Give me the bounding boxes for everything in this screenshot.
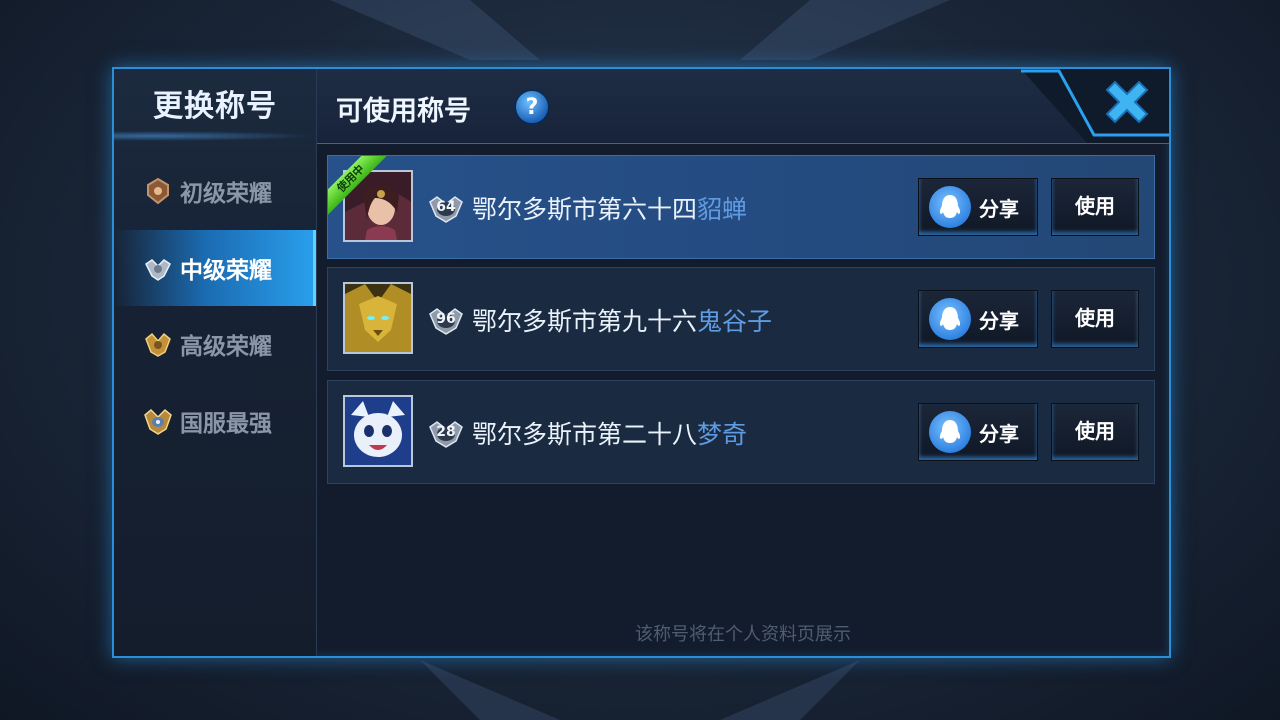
- silver-rank-icon: [145, 259, 171, 281]
- share-button[interactable]: 分享: [918, 403, 1038, 461]
- sidebar-item-label: 高级荣耀: [180, 334, 272, 360]
- hero-avatar-mengqi: [343, 395, 413, 467]
- available-titles-section: 可使用称号 ? 使用中 64 鄂尔多斯市第六十四貂蝉 分享 使用 96 鄂尔多斯…: [317, 69, 1169, 656]
- title-text: 鄂尔多斯市第九十六鬼谷子: [472, 302, 772, 338]
- hero-avatar-guiguzi: [343, 282, 413, 354]
- use-button[interactable]: 使用: [1051, 178, 1139, 236]
- hero-name: 貂蝉: [697, 195, 748, 224]
- level-number: 28: [436, 424, 456, 440]
- qq-penguin-icon: [929, 186, 971, 228]
- title-prefix: 鄂尔多斯市第二十八: [472, 420, 698, 449]
- rank-sidebar: 更换称号 初级荣耀 中级荣耀 高级荣耀 国服最强: [114, 69, 317, 656]
- close-area: [969, 69, 1169, 143]
- supreme-rank-icon: [144, 408, 172, 435]
- use-button[interactable]: 使用: [1051, 403, 1139, 461]
- share-label: 分享: [979, 421, 1019, 446]
- hero-name: 鬼谷子: [697, 307, 773, 336]
- title-text: 鄂尔多斯市第二十八梦奇: [472, 415, 747, 451]
- sidebar-item-senior-glory[interactable]: 高级荣耀: [114, 306, 316, 382]
- title-selection-panel: 更换称号 初级荣耀 中级荣耀 高级荣耀 国服最强 可使用称号 ? 使用中 64 …: [112, 67, 1171, 658]
- help-button[interactable]: ?: [514, 89, 550, 125]
- bronze-rank-icon: [147, 177, 169, 205]
- qq-penguin-icon: [929, 411, 971, 453]
- title-text: 鄂尔多斯市第六十四貂蝉: [472, 190, 747, 226]
- close-icon[interactable]: [1099, 78, 1155, 134]
- title-glow: [114, 131, 316, 141]
- sidebar-item-label: 中级荣耀: [180, 258, 272, 284]
- use-button[interactable]: 使用: [1051, 290, 1139, 348]
- hero-name: 梦奇: [697, 420, 748, 449]
- title-prefix: 鄂尔多斯市第九十六: [472, 307, 698, 336]
- share-label: 分享: [979, 196, 1019, 221]
- level-number: 96: [436, 311, 456, 327]
- title-row[interactable]: 28 鄂尔多斯市第二十八梦奇 分享 使用: [327, 380, 1155, 484]
- sidebar-item-label: 国服最强: [180, 411, 272, 437]
- section-title: 可使用称号: [336, 96, 471, 127]
- title-prefix: 鄂尔多斯市第六十四: [472, 195, 698, 224]
- footer-note: 该称号将在个人资料页展示: [635, 624, 851, 645]
- in-use-badge: 使用中: [328, 156, 388, 216]
- share-button[interactable]: 分享: [918, 178, 1038, 236]
- sidebar-item-label: 初级荣耀: [180, 181, 272, 207]
- sidebar-item-national-strongest[interactable]: 国服最强: [114, 383, 316, 459]
- sidebar-item-intermediate-glory[interactable]: 中级荣耀: [114, 230, 316, 306]
- section-header: 可使用称号 ?: [317, 69, 1169, 144]
- share-button[interactable]: 分享: [918, 290, 1038, 348]
- title-row[interactable]: 使用中 64 鄂尔多斯市第六十四貂蝉 分享 使用: [327, 155, 1155, 259]
- sidebar-item-junior-glory[interactable]: 初级荣耀: [114, 153, 316, 229]
- gold-rank-icon: [145, 332, 171, 357]
- title-row[interactable]: 96 鄂尔多斯市第九十六鬼谷子 分享 使用: [327, 267, 1155, 371]
- share-label: 分享: [979, 308, 1019, 333]
- level-number: 64: [436, 199, 456, 215]
- qq-penguin-icon: [929, 298, 971, 340]
- in-use-label: 使用中: [328, 156, 388, 216]
